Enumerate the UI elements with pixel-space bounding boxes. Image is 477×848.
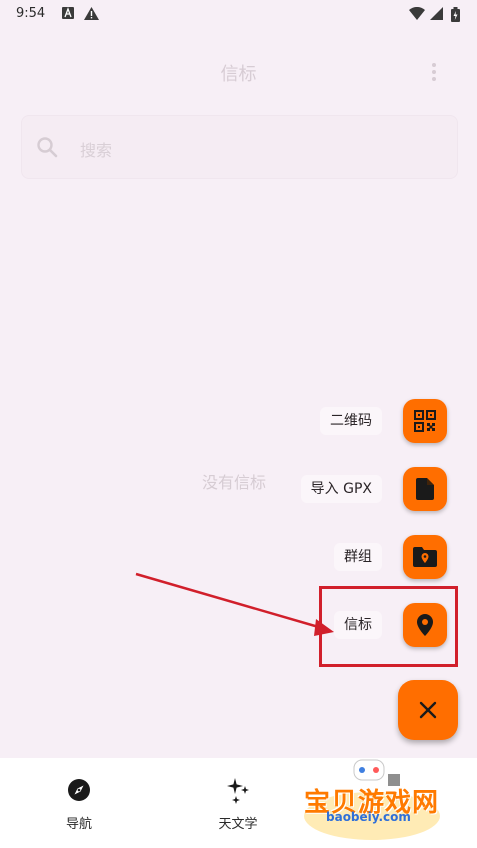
annotation-arrow [135,572,334,636]
nav-label: 导航 [65,817,92,832]
watermark-url: baobeiy.com [326,810,411,824]
nav-label: 天文学 [218,817,258,832]
sparkle-icon [227,778,249,804]
watermark-logo: 宝贝游戏网 baobeiy.com [300,758,450,842]
nav-item-astronomy[interactable]: 天文学 [178,758,298,848]
nav-item-navigation[interactable]: 导航 [19,758,139,848]
compass-icon [68,779,90,801]
annotation-highlight-box [319,586,458,667]
